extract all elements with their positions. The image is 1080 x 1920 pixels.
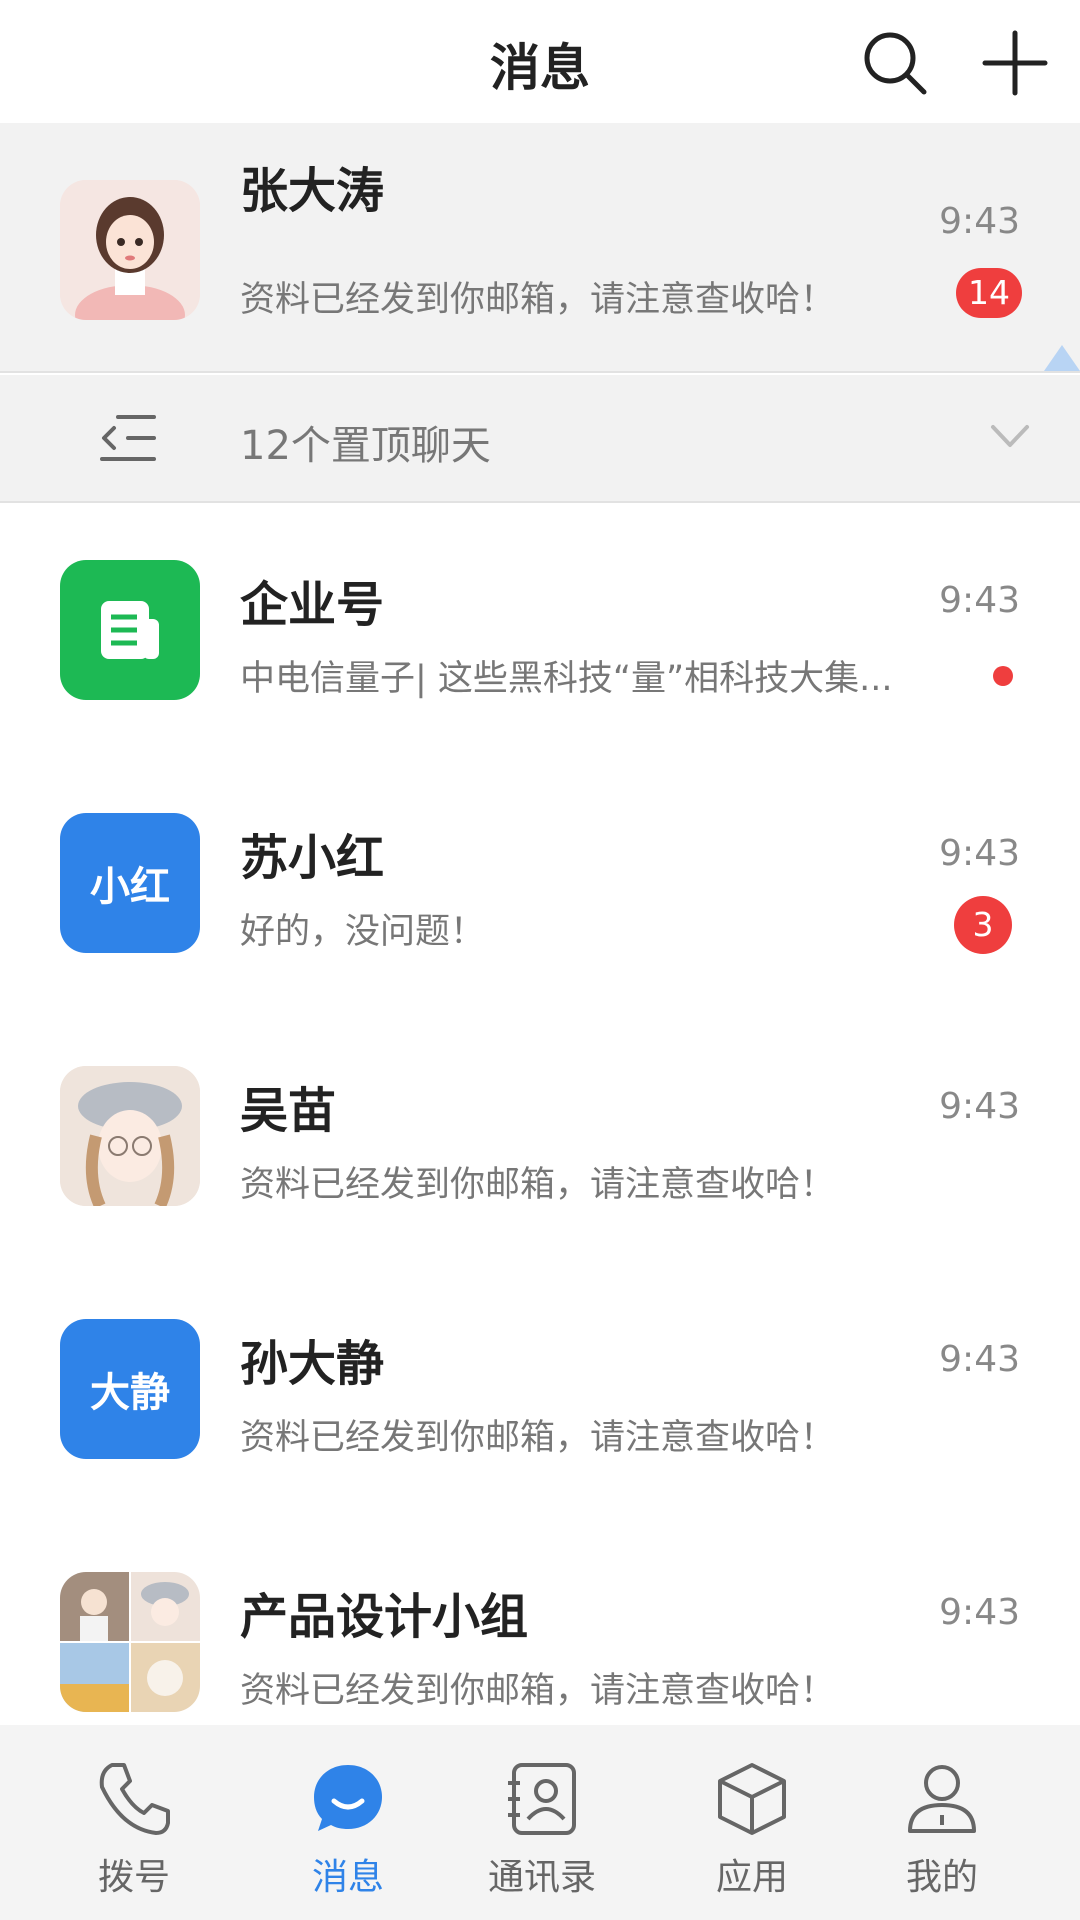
message-time: 9:43 [939,1592,1020,1633]
avatar-initials: 大静 [90,1370,170,1416]
tab-label: 应用 [715,1857,788,1898]
search-button[interactable] [860,28,930,98]
tab-apps[interactable]: 应用 [644,1725,860,1920]
message-preview: 好的，没问题！ [240,912,486,952]
bottom-tab-bar: 拨号 消息 通讯录 应用 我的 [0,1725,1080,1920]
avatar-initials: 小红 [90,864,170,910]
message-time: 9:43 [939,580,1020,621]
girl-avatar-icon [60,180,200,320]
tab-contacts[interactable]: 通讯录 [434,1725,650,1920]
add-button[interactable] [980,28,1050,98]
unread-badge: 3 [954,896,1012,954]
avatar: 小红 [60,813,200,953]
chat-row-qiyehao[interactable]: 企业号 中电信量子| 这些黑科技“量”相科技大集... 9:43 [0,503,1080,756]
tab-me[interactable]: 我的 [834,1725,1050,1920]
unread-badge: 14 [956,268,1022,318]
pinned-marker-icon [1044,345,1080,371]
phone-icon [99,1763,170,1835]
tab-label: 我的 [905,1857,978,1898]
tab-dial[interactable]: 拨号 [26,1725,242,1920]
contact-name: 孙大静 [240,1336,385,1392]
chat-row-suxiaohong[interactable]: 小红 苏小红 好的，没问题！ 9:43 3 [0,756,1080,1009]
tab-label: 消息 [311,1857,384,1898]
contact-name: 张大涛 [240,163,385,219]
contact-name: 产品设计小组 [240,1589,529,1645]
group-avatar-icon [60,1572,200,1712]
girl-avatar-icon [60,1066,200,1206]
message-preview: 中电信量子| 这些黑科技“量”相科技大集... [240,659,893,699]
chat-row-wumiao[interactable]: 吴苗 资料已经发到你邮箱，请注意查收哈！ 9:43 [0,1009,1080,1262]
message-preview: 资料已经发到你邮箱，请注意查收哈！ [240,1165,836,1205]
message-preview: 资料已经发到你邮箱，请注意查收哈！ [240,1671,836,1711]
contact-name: 吴苗 [240,1083,337,1139]
search-icon [864,32,927,95]
chat-row-product-design-group[interactable]: 产品设计小组 资料已经发到你邮箱，请注意查收哈！ 9:43 [0,1515,1080,1725]
contacts-icon [508,1763,576,1835]
document-icon [101,601,159,659]
chat-row-sundajing[interactable]: 大静 孙大静 资料已经发到你邮箱，请注意查收哈！ 9:43 [0,1262,1080,1515]
message-time: 9:43 [939,1339,1020,1380]
avatar: 大静 [60,1319,200,1459]
contact-name: 苏小红 [240,830,385,886]
chat-bubble-icon [314,1765,382,1831]
avatar [60,1066,200,1206]
top-bar: 消息 [0,0,1080,123]
avatar [60,560,200,700]
unread-dot [993,666,1013,686]
tab-label: 通讯录 [487,1857,596,1898]
message-time: 9:43 [939,1086,1020,1127]
chevron-down-icon [991,425,1029,447]
tab-label: 拨号 [97,1857,170,1898]
message-preview: 资料已经发到你邮箱，请注意查收哈！ [240,280,836,320]
avatar [60,180,200,320]
tab-messages[interactable]: 消息 [240,1725,456,1920]
collapse-list-icon [100,415,156,461]
group-avatar [60,1572,200,1712]
pinned-chats-collapse[interactable]: 12个置顶聊天 [0,375,1080,503]
message-time: 9:43 [939,833,1020,874]
pinned-count-label: 12个置顶聊天 [240,423,491,469]
message-time: 9:43 [939,201,1020,242]
contact-name: 企业号 [240,577,385,633]
cube-icon [718,1763,786,1835]
message-preview: 资料已经发到你邮箱，请注意查收哈！ [240,1418,836,1458]
person-icon [908,1765,976,1833]
plus-icon [982,30,1048,96]
pinned-chat-row[interactable]: 张大涛 资料已经发到你邮箱，请注意查收哈！ 9:43 14 [0,123,1080,373]
